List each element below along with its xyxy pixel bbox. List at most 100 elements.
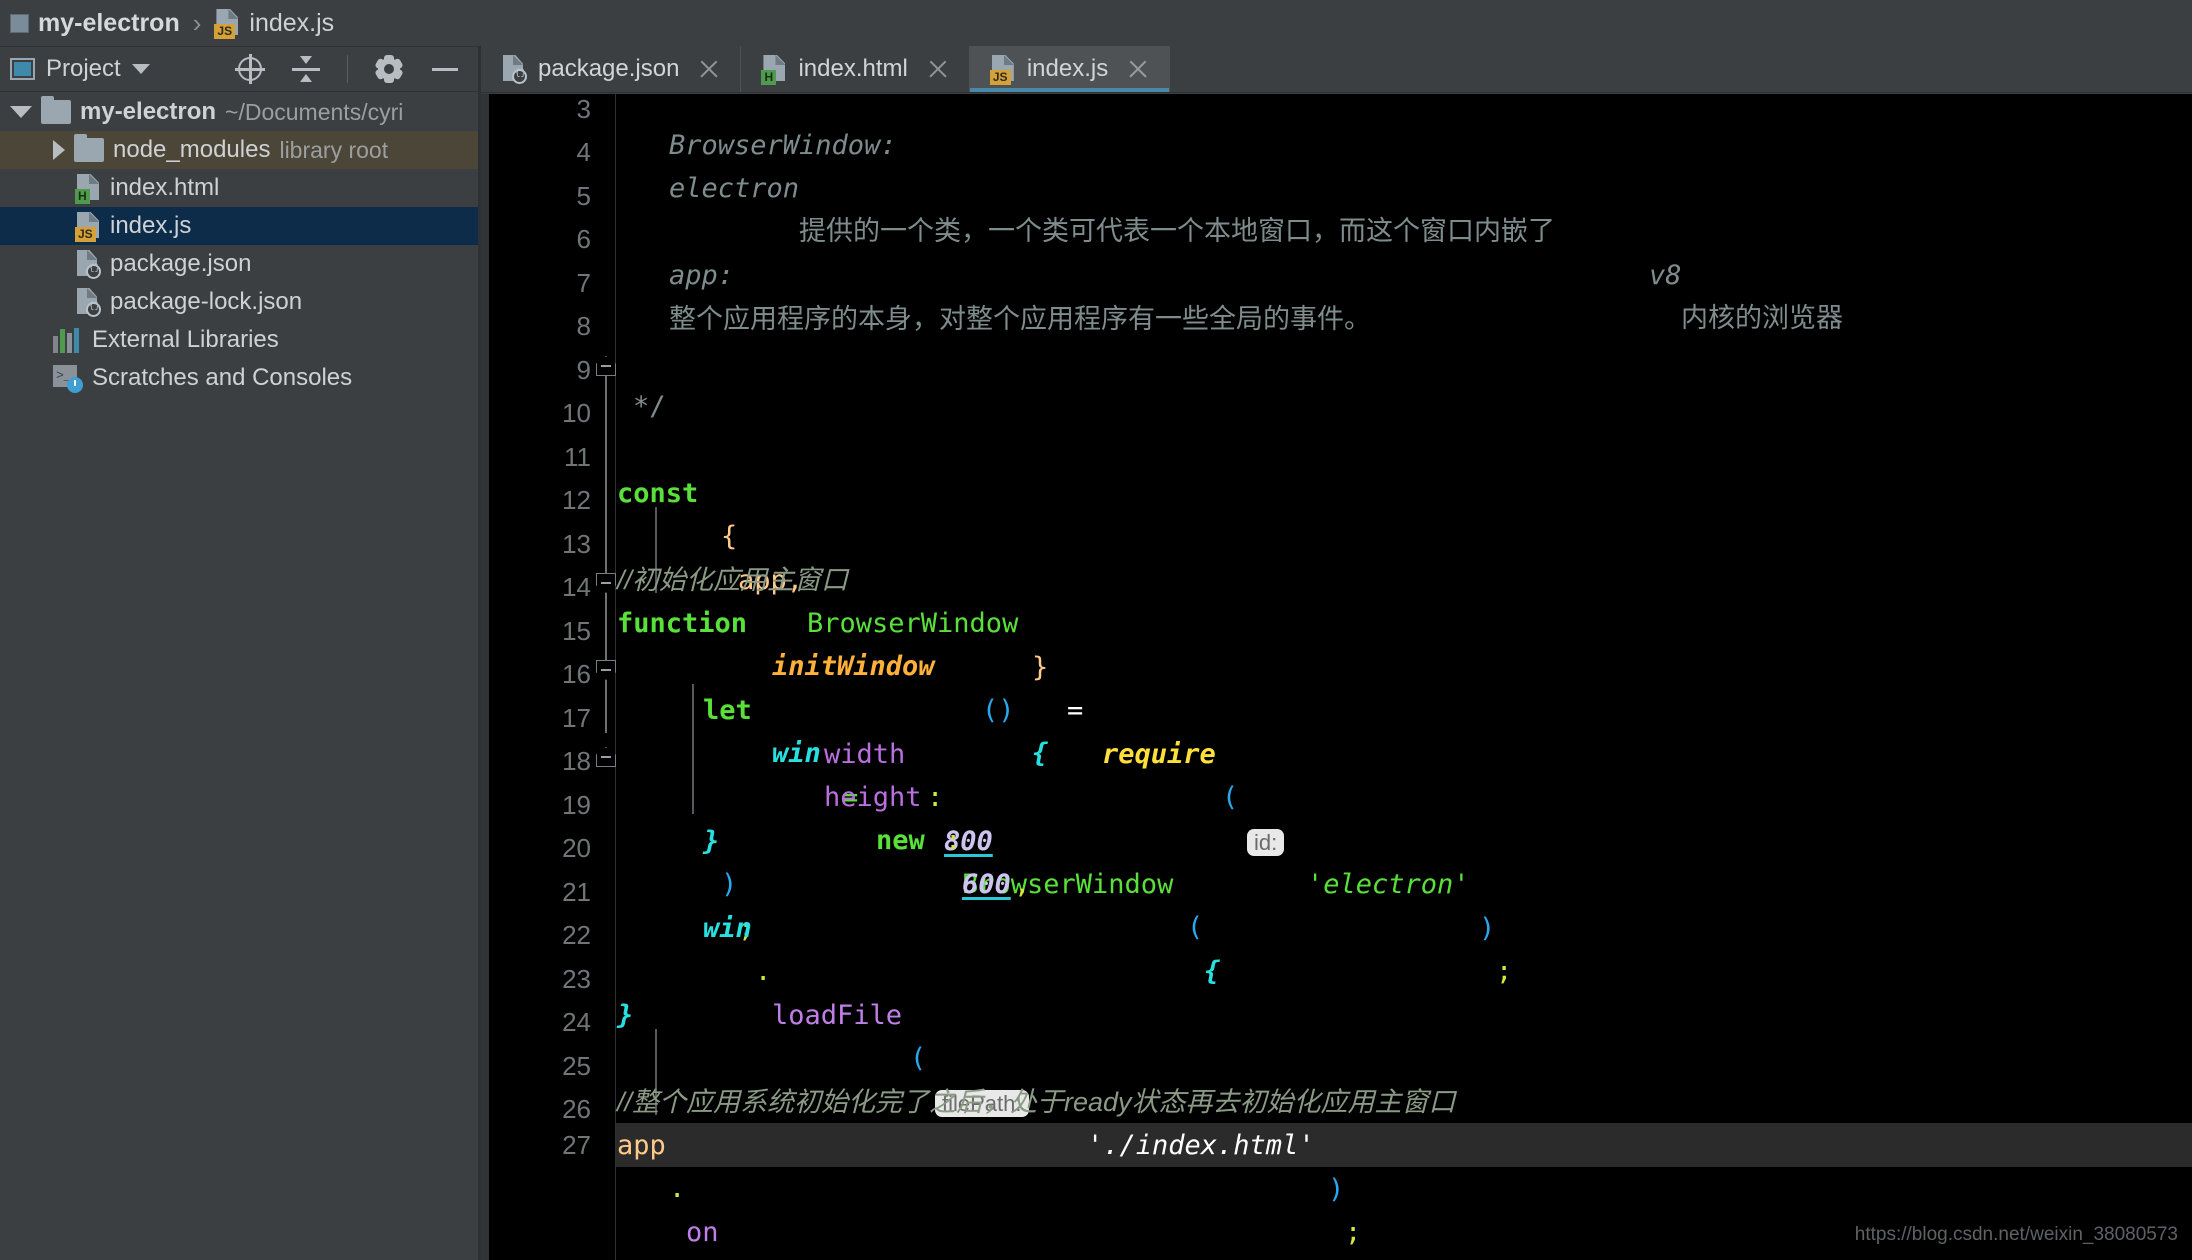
line-number: 17 (562, 703, 591, 733)
json-file-icon (75, 287, 101, 317)
code-line[interactable]: } ) ; (617, 776, 2192, 944)
close-icon[interactable] (696, 56, 722, 82)
folder-icon (41, 96, 71, 124)
code-editor[interactable]: 3 4 5 6 7 8 9 10 11 12 13 14 15 16 17 18… (481, 94, 2192, 1260)
line-number: 14 (562, 572, 591, 602)
breadcrumb-item-project[interactable]: my-electron (10, 9, 180, 38)
line-number: 13 (562, 529, 591, 559)
line-number: 23 (562, 964, 591, 994)
breadcrumb-item-file[interactable]: JS index.js (214, 8, 334, 39)
close-icon[interactable] (925, 56, 951, 82)
tree-item-scratches-and-consoles[interactable]: >_ Scratches and Consoles (0, 359, 478, 397)
tree-item-index-html[interactable]: H index.html (0, 169, 478, 207)
tree-item-package-json[interactable]: package.json (0, 245, 478, 283)
tree-item-external-libraries[interactable]: External Libraries (0, 321, 478, 359)
collapse-all-icon[interactable] (291, 54, 321, 84)
project-tree[interactable]: my-electron ~/Documents/cyri node_module… (0, 93, 478, 1260)
fold-marker-start[interactable] (593, 570, 619, 596)
tree-item-package-lock-json[interactable]: package-lock.json (0, 283, 478, 321)
chevron-down-icon[interactable] (131, 64, 150, 74)
code-line[interactable]: //初始化应用主窗口 (617, 515, 2192, 595)
code-line[interactable]: app: (617, 210, 2192, 291)
code-line[interactable]: */ (617, 341, 2192, 422)
code-line[interactable] (617, 471, 2192, 515)
tree-item-my-electron[interactable]: my-electron ~/Documents/cyri (0, 93, 478, 131)
chevron-down-icon[interactable] (10, 106, 32, 118)
locate-in-tree-icon[interactable] (235, 54, 265, 84)
tab-label: package.json (538, 55, 680, 82)
project-toolwindow-title: Project (46, 55, 121, 82)
json-file-icon (75, 249, 101, 279)
code-line[interactable]: app . on ( 'ready' , initWindow ) ; (617, 1080, 2192, 1248)
code-line[interactable] (617, 1123, 2192, 1167)
code-line[interactable] (617, 993, 2192, 1037)
close-icon[interactable] (1125, 56, 1151, 82)
chevron-right-icon[interactable] (53, 140, 65, 160)
code-token-paren: ( (721, 1254, 737, 1260)
line-number: 20 (562, 833, 591, 863)
line-number: 10 (562, 398, 591, 428)
project-toolwindow-selector[interactable]: Project (10, 55, 150, 83)
code-line[interactable]: const { app, BrowserWindow } = require (… (617, 428, 2192, 988)
code-line[interactable]: } (617, 950, 2192, 1031)
module-icon (10, 13, 29, 33)
tab-index-html[interactable]: H index.html (741, 46, 970, 92)
code-text-area[interactable]: BrowserWindow: electron 提供的一个类，一个类可代表一个本… (617, 94, 2192, 1260)
code-line[interactable] (617, 167, 2192, 211)
line-number: 6 (576, 224, 591, 254)
code-token-paren: ) (1328, 1173, 1345, 1205)
watermark: https://blog.csdn.net/weixin_38080573 (1854, 1224, 2178, 1245)
fold-marker-end[interactable] (593, 744, 619, 770)
json-file-icon (501, 54, 527, 84)
line-number: 4 (576, 137, 591, 167)
line-number: 18 (562, 746, 591, 776)
code-line[interactable]: electron 提供的一个类，一个类可代表一个本地窗口，而这个窗口内嵌了 v8… (617, 123, 2192, 334)
line-number: 24 (562, 1007, 591, 1037)
breadcrumb-separator: › (192, 7, 202, 38)
fold-marker-end[interactable] (593, 353, 619, 379)
minimize-icon[interactable] (430, 54, 460, 84)
tree-item-index-js[interactable]: JS index.js (0, 207, 478, 245)
code-line[interactable] (617, 602, 2192, 646)
js-file-icon: JS (75, 211, 101, 242)
code-line[interactable]: //整个应用系统初始化完了之后，处于ready状态再去初始化应用主窗口 (617, 1037, 2192, 1117)
code-token-dot: . (669, 1173, 686, 1204)
code-line[interactable] (617, 819, 2192, 863)
tree-item-node-modules[interactable]: node_modules library root (0, 131, 478, 169)
code-line[interactable]: width : 800 , (617, 689, 2192, 901)
tab-label: index.js (1026, 55, 1109, 82)
tree-item-path: ~/Documents/cyri (225, 98, 404, 125)
html-file-icon: H (761, 54, 787, 85)
line-number: 27 (562, 1130, 591, 1160)
tab-package-json[interactable]: package.json (481, 46, 742, 92)
external-libraries-icon (53, 327, 83, 353)
js-file-icon: JS (214, 8, 240, 39)
code-line[interactable]: BrowserWindow: (617, 94, 2192, 161)
fold-marker-start[interactable] (593, 657, 619, 683)
editor-gutter[interactable]: 3 4 5 6 7 8 9 10 11 12 13 14 15 16 17 18… (481, 94, 616, 1260)
code-line[interactable] (617, 906, 2192, 950)
tree-item-label: External Libraries (92, 326, 279, 353)
code-line[interactable]: height : 600 (617, 732, 2192, 900)
ide-window: my-electron › JS index.js Project my-ele… (0, 0, 2192, 1260)
code-line[interactable] (617, 384, 2192, 428)
folder-icon (74, 134, 104, 162)
code-line[interactable]: win . loadFile ( filePath: './index.html… (617, 863, 2192, 1249)
line-number: 26 (562, 1094, 591, 1124)
line-number: 11 (564, 442, 591, 472)
breadcrumb: my-electron › JS index.js (0, 0, 2192, 46)
code-line[interactable]: 整个应用程序的本身，对整个应用程序有一些全局的事件。 (617, 254, 2192, 334)
code-line[interactable]: function initWindow () { (617, 558, 2192, 770)
tab-label: index.html (798, 55, 908, 82)
gear-icon[interactable] (374, 54, 404, 84)
code-line[interactable]: let win = new BrowserWindow ( { (617, 645, 2192, 987)
editor-tab-bar: package.json H index.html JS index.js (481, 46, 2192, 93)
project-icon (10, 58, 35, 80)
html-file-icon: H (75, 173, 101, 204)
breadcrumb-project-label: my-electron (38, 8, 180, 37)
code-token-method: on (686, 1216, 719, 1248)
tab-index-js[interactable]: JS index.js (969, 46, 1171, 92)
code-line[interactable] (617, 297, 2192, 341)
code-token-semicolon: ; (1345, 1217, 1362, 1248)
line-number: 5 (576, 181, 591, 211)
